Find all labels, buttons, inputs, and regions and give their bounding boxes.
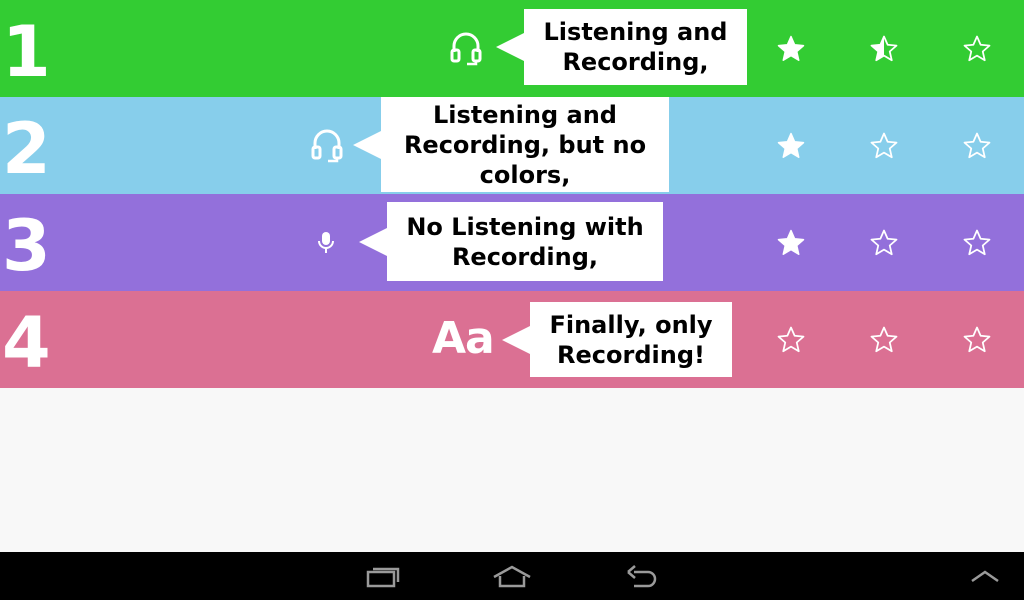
- expand-up-icon[interactable]: [960, 552, 1010, 600]
- star-empty-icon: [864, 97, 904, 194]
- star-empty-icon: [771, 291, 811, 388]
- tip-bubble: Finally, only Recording!: [502, 302, 732, 377]
- tip-bubble: Listening and Recording, but no colors,: [353, 97, 669, 192]
- star-empty-icon: [864, 291, 904, 388]
- home-icon[interactable]: [481, 552, 543, 600]
- recent-apps-icon[interactable]: [352, 552, 414, 600]
- star-full-icon: [771, 0, 811, 97]
- back-icon[interactable]: [611, 552, 673, 600]
- level-list: 1 Listening and Recording, 2 Listening a…: [0, 0, 1024, 388]
- level-number: 4: [2, 302, 51, 384]
- app-screen: 1 Listening and Recording, 2 Listening a…: [0, 0, 1024, 600]
- level-number: 3: [2, 205, 51, 287]
- star-empty-icon: [957, 0, 997, 97]
- level-row-3[interactable]: 3 No Listening with Recording,: [0, 194, 1024, 291]
- level-row-4[interactable]: 4 Aa Finally, only Recording!: [0, 291, 1024, 388]
- level-number: 2: [2, 108, 51, 190]
- star-empty-icon: [864, 194, 904, 291]
- navigation-bar: [0, 552, 1024, 600]
- level-row-2[interactable]: 2 Listening and Recording, but no colors…: [0, 97, 1024, 194]
- microphone-icon: [313, 228, 339, 258]
- text-icon: Aa: [432, 312, 495, 364]
- headset-icon: [309, 126, 345, 166]
- star-empty-icon: [957, 194, 997, 291]
- star-half-icon: [864, 0, 904, 97]
- star-full-icon: [771, 97, 811, 194]
- star-empty-icon: [957, 291, 997, 388]
- tip-bubble: Listening and Recording,: [496, 9, 747, 85]
- star-full-icon: [771, 194, 811, 291]
- tip-bubble: No Listening with Recording,: [359, 202, 663, 281]
- star-empty-icon: [957, 97, 997, 194]
- level-row-1[interactable]: 1 Listening and Recording,: [0, 0, 1024, 97]
- level-number: 1: [2, 11, 51, 93]
- headset-icon: [448, 29, 484, 69]
